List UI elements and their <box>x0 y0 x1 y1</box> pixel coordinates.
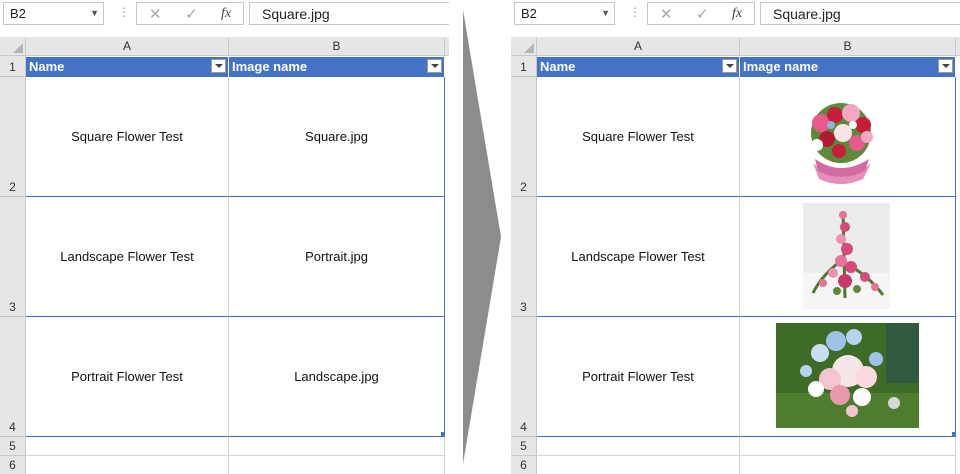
header-label: Name <box>540 59 576 74</box>
formula-bar-grip-icon[interactable]: ⋮ <box>629 6 641 18</box>
column-header-c[interactable] <box>956 37 960 56</box>
row-header-5[interactable]: 5 <box>511 437 537 456</box>
cell-text: Square Flower Test <box>71 129 183 144</box>
formula-input[interactable]: Square.jpg <box>760 2 960 25</box>
empty-cell[interactable] <box>740 437 956 456</box>
column-header-b[interactable]: B <box>740 37 956 56</box>
row-header-4[interactable]: 4 <box>511 317 537 437</box>
column-header-c[interactable] <box>445 37 449 56</box>
formula-buttons: ✕ ✓ fx <box>136 2 244 25</box>
select-all-button[interactable] <box>0 37 26 56</box>
table-header-name[interactable]: Name <box>26 57 229 77</box>
row-header-3[interactable]: 3 <box>511 197 537 317</box>
row-header-1[interactable]: 1 <box>0 56 26 77</box>
formula-buttons: ✕ ✓ fx <box>647 2 755 25</box>
header-label: Name <box>29 59 65 74</box>
table-header-image-name[interactable]: Image name <box>740 57 956 77</box>
cell-text: Portrait Flower Test <box>71 369 183 384</box>
row-header-4[interactable]: 4 <box>0 317 26 437</box>
row-header-1[interactable]: 1 <box>511 56 537 77</box>
cell-text: Landscape Flower Test <box>60 249 194 264</box>
filter-dropdown-icon[interactable] <box>722 59 737 73</box>
spreadsheet-after: B2 ▼ ⋮ ✕ ✓ fx Square.jpg A B 1 2 3 4 5 6… <box>511 0 960 474</box>
empty-cell[interactable] <box>537 456 740 474</box>
table-header-image-name[interactable]: Image name <box>229 57 445 77</box>
table-header-name[interactable]: Name <box>537 57 740 77</box>
cell-text: Portrait Flower Test <box>582 369 694 384</box>
cell-text: Square.jpg <box>305 129 368 144</box>
table-border <box>955 77 956 437</box>
formula-value: Square.jpg <box>262 6 330 22</box>
worksheet-grid: A B 1 2 3 4 5 6 Name Image name Square F… <box>0 37 449 474</box>
header-label: Image name <box>743 59 819 74</box>
table-cell[interactable]: Square Flower Test <box>26 77 229 197</box>
cancel-icon[interactable]: ✕ <box>660 5 673 23</box>
chevron-down-icon[interactable]: ▼ <box>90 8 99 18</box>
column-header-a[interactable]: A <box>26 37 229 56</box>
formula-bar-grip-icon[interactable]: ⋮ <box>118 6 130 18</box>
table-cell[interactable]: Square Flower Test <box>537 77 740 197</box>
flower-arrangement-portrait-image[interactable] <box>803 203 890 309</box>
name-box-value: B2 <box>521 6 537 21</box>
formula-value: Square.jpg <box>773 6 841 22</box>
chevron-down-icon[interactable]: ▼ <box>601 8 610 18</box>
empty-cell[interactable] <box>740 456 956 474</box>
cell-text: Portrait.jpg <box>305 249 368 264</box>
column-header-a[interactable]: A <box>537 37 740 56</box>
insert-function-icon[interactable]: fx <box>221 6 231 22</box>
table-resize-handle[interactable] <box>441 432 445 436</box>
name-box-value: B2 <box>10 6 26 21</box>
header-label: Image name <box>232 59 308 74</box>
empty-cell[interactable] <box>229 437 445 456</box>
table-cell[interactable]: Landscape Flower Test <box>537 197 740 317</box>
row-header-6[interactable]: 6 <box>511 456 537 474</box>
name-box[interactable]: B2 ▼ <box>514 2 615 25</box>
empty-cell[interactable] <box>26 456 229 474</box>
select-all-button[interactable] <box>511 37 537 56</box>
spreadsheet-before: B2 ▼ ⋮ ✕ ✓ fx Square.jpg A B 1 2 3 4 5 6… <box>0 0 449 474</box>
formula-bar: B2 ▼ ⋮ ✕ ✓ fx Square.jpg <box>511 0 960 30</box>
empty-cell[interactable] <box>229 456 445 474</box>
cancel-icon[interactable]: ✕ <box>149 5 162 23</box>
flower-bouquet-square-image[interactable] <box>791 93 891 187</box>
enter-icon[interactable]: ✓ <box>696 5 709 23</box>
row-header-6[interactable]: 6 <box>0 456 26 474</box>
table-cell[interactable]: Landscape.jpg <box>229 317 445 437</box>
table-cell[interactable]: Portrait Flower Test <box>26 317 229 437</box>
transition-arrow-icon <box>463 10 501 464</box>
table-resize-handle[interactable] <box>952 432 956 436</box>
cell-text: Square Flower Test <box>582 129 694 144</box>
formula-input[interactable]: Square.jpg <box>249 2 449 25</box>
row-header-2[interactable]: 2 <box>0 77 26 197</box>
worksheet-grid: A B 1 2 3 4 5 6 Name Image name Square F… <box>511 37 960 474</box>
table-border <box>444 77 445 437</box>
insert-function-icon[interactable]: fx <box>732 6 742 22</box>
row-header-5[interactable]: 5 <box>0 437 26 456</box>
table-cell[interactable]: Portrait.jpg <box>229 197 445 317</box>
empty-cell[interactable] <box>26 437 229 456</box>
table-cell[interactable]: Landscape Flower Test <box>26 197 229 317</box>
table-cell[interactable]: Portrait Flower Test <box>537 317 740 437</box>
table-cell[interactable]: Square.jpg <box>229 77 445 197</box>
row-header-3[interactable]: 3 <box>0 197 26 317</box>
cell-text: Landscape Flower Test <box>571 249 705 264</box>
filter-dropdown-icon[interactable] <box>427 59 442 73</box>
formula-bar: B2 ▼ ⋮ ✕ ✓ fx Square.jpg <box>0 0 449 30</box>
filter-dropdown-icon[interactable] <box>211 59 226 73</box>
name-box[interactable]: B2 ▼ <box>3 2 104 25</box>
empty-cell[interactable] <box>537 437 740 456</box>
column-header-b[interactable]: B <box>229 37 445 56</box>
row-header-2[interactable]: 2 <box>511 77 537 197</box>
flower-bouquet-landscape-image[interactable] <box>776 323 919 428</box>
cell-text: Landscape.jpg <box>294 369 379 384</box>
filter-dropdown-icon[interactable] <box>938 59 953 73</box>
enter-icon[interactable]: ✓ <box>185 5 198 23</box>
